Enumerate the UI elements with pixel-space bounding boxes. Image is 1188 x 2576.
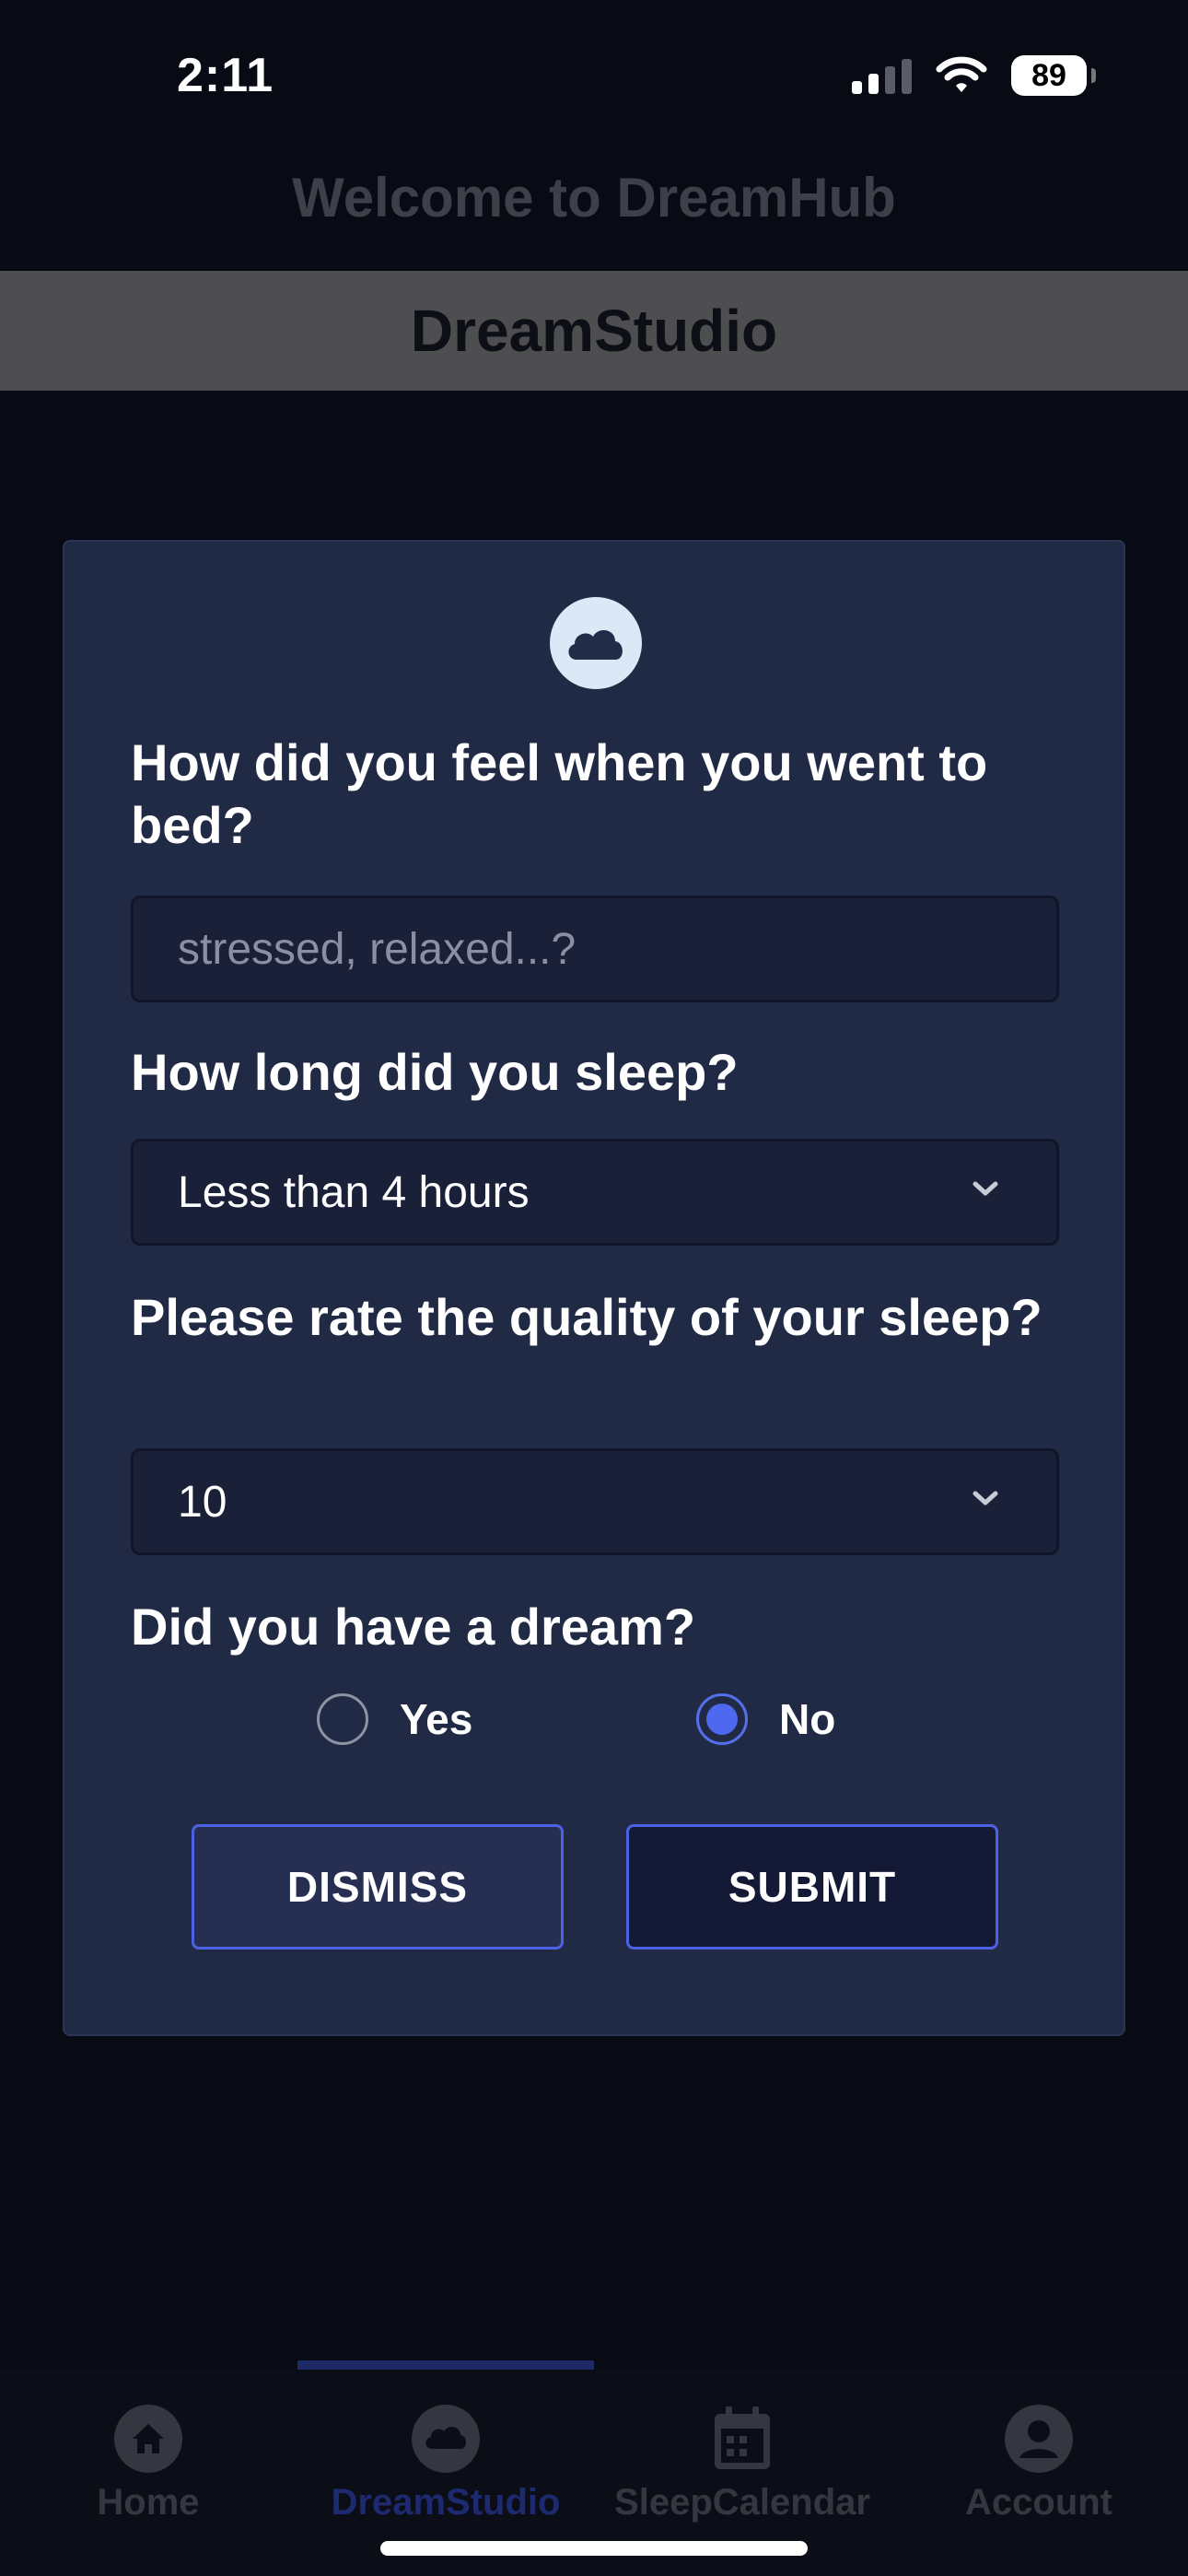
battery-level: 89	[1031, 57, 1066, 93]
radio-yes[interactable]: Yes	[317, 1693, 472, 1745]
dream-entry-card: How did you feel when you went to bed? s…	[63, 540, 1125, 2036]
tab-account[interactable]: Account	[891, 2405, 1187, 2523]
sleep-duration-value: Less than 4 hours	[178, 1167, 530, 1217]
cloud-icon	[550, 597, 642, 689]
question-dream: Did you have a dream?	[131, 1598, 696, 1656]
tab-sleepcalendar[interactable]: SleepCalendar	[594, 2405, 891, 2523]
cloud-icon	[412, 2405, 480, 2473]
tab-dreamstudio[interactable]: DreamStudio	[297, 2405, 594, 2523]
tab-sleepcalendar-label: SleepCalendar	[614, 2482, 870, 2523]
tab-home[interactable]: Home	[0, 2405, 297, 2523]
tab-home-label: Home	[97, 2482, 200, 2523]
section-title: DreamStudio	[410, 298, 778, 364]
wifi-icon	[936, 56, 987, 92]
home-icon	[114, 2405, 182, 2473]
feeling-input[interactable]: stressed, relaxed...?	[131, 896, 1059, 1002]
home-indicator[interactable]	[380, 2541, 808, 2556]
tab-dreamstudio-label: DreamStudio	[331, 2482, 561, 2523]
radio-yes-circle	[317, 1693, 368, 1745]
chevron-down-icon	[973, 1491, 998, 1505]
submit-button[interactable]: SUBMIT	[626, 1824, 998, 1950]
account-icon	[1005, 2405, 1073, 2473]
dream-radio-group: Yes No	[64, 1693, 1124, 1758]
battery-icon: 89	[1011, 55, 1096, 96]
section-header: DreamStudio	[0, 271, 1188, 391]
dismiss-button[interactable]: DISMISS	[192, 1824, 564, 1950]
sleep-quality-value: 10	[178, 1477, 227, 1527]
radio-yes-label: Yes	[400, 1695, 473, 1743]
question-sleep-quality: Please rate the quality of your sleep?	[131, 1288, 1042, 1346]
feeling-input-placeholder: stressed, relaxed...?	[178, 924, 577, 974]
radio-no-circle	[696, 1693, 748, 1745]
sleep-quality-select[interactable]: 10	[131, 1448, 1059, 1555]
tab-account-label: Account	[965, 2482, 1112, 2523]
radio-no[interactable]: No	[696, 1693, 835, 1745]
question-sleep-duration: How long did you sleep?	[131, 1043, 739, 1101]
status-icons: 89	[852, 55, 1096, 96]
active-tab-indicator	[297, 2360, 594, 2370]
chevron-down-icon	[973, 1181, 998, 1196]
radio-no-label: No	[779, 1695, 836, 1743]
calendar-icon	[715, 2406, 770, 2469]
status-bar: 2:11 89	[0, 0, 1188, 157]
cellular-signal-icon	[852, 57, 912, 94]
sleep-duration-select[interactable]: Less than 4 hours	[131, 1139, 1059, 1246]
status-time: 2:11	[177, 49, 274, 102]
welcome-title: Welcome to DreamHub	[292, 167, 896, 228]
question-feeling: How did you feel when you went to bed?	[131, 733, 988, 854]
